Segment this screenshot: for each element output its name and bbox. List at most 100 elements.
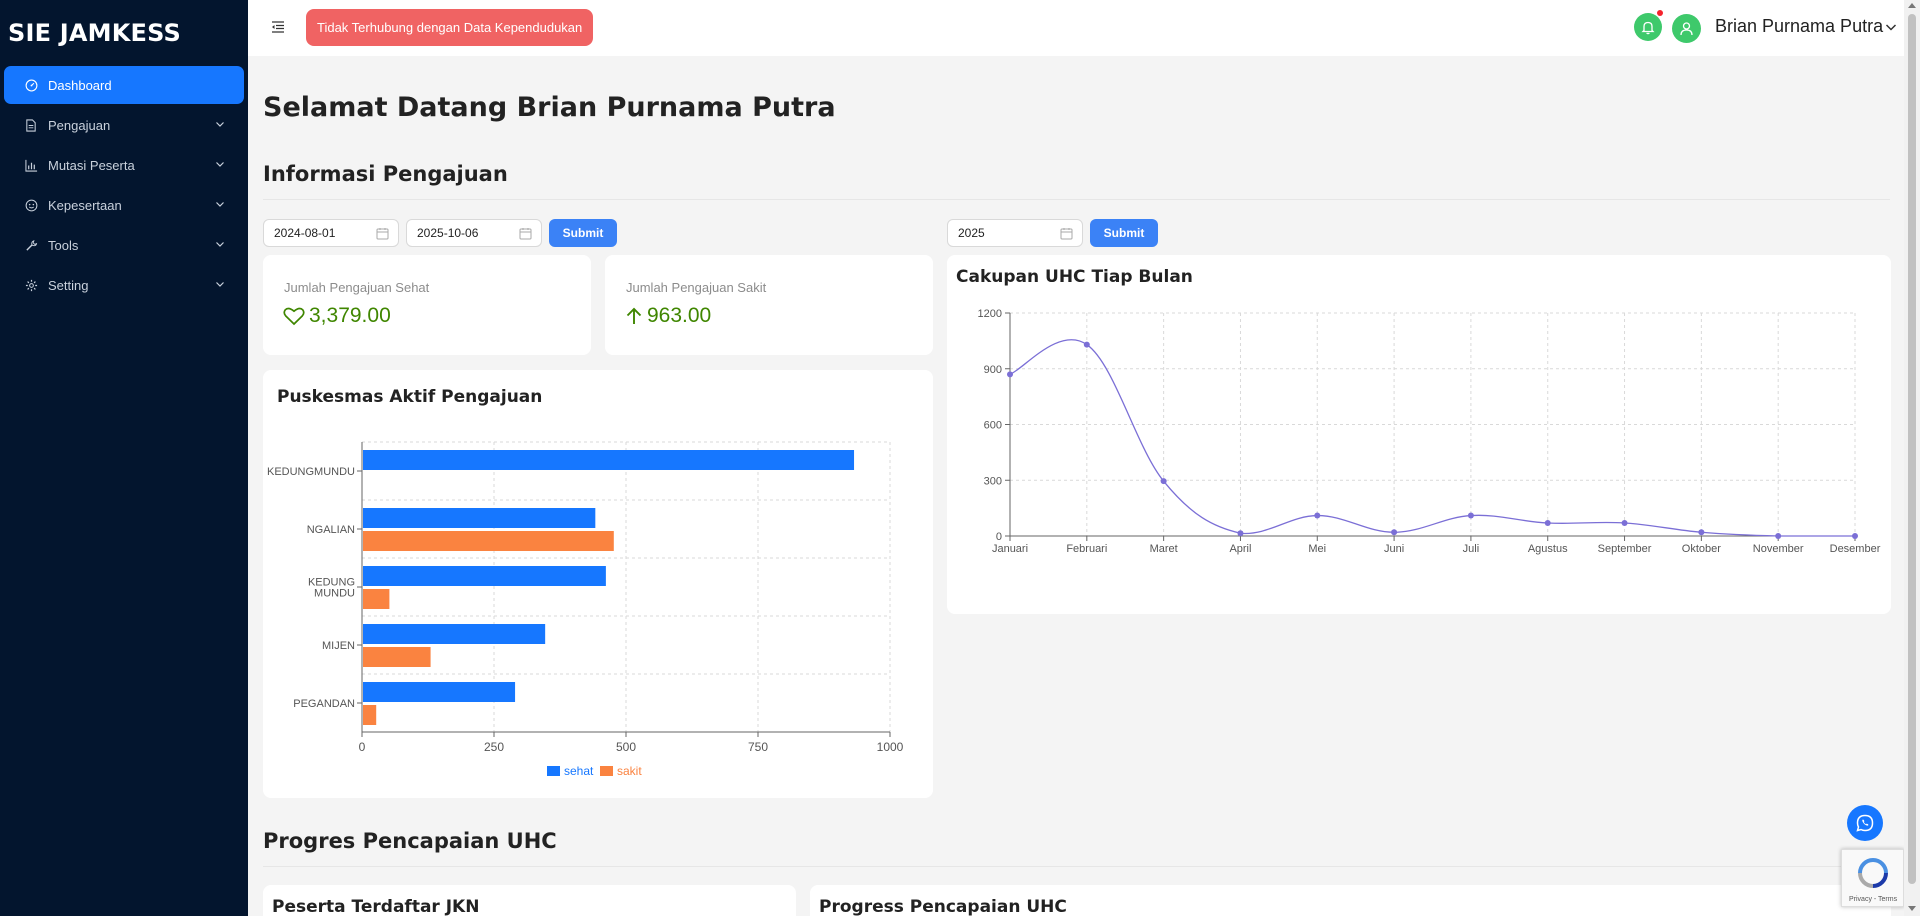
peserta-jkn-card: Peserta Terdaftar JKN xyxy=(263,885,796,916)
sidebar-item-setting[interactable]: Setting xyxy=(4,266,244,304)
brand-logo: SIE JAMKESS xyxy=(8,19,182,47)
page-title: Selamat Datang Brian Purnama Putra xyxy=(263,92,836,123)
sidebar-item-mutasi-peserta[interactable]: Mutasi Peserta xyxy=(4,146,244,184)
start-date-value: 2024-08-01 xyxy=(274,226,336,240)
menu-fold-icon[interactable] xyxy=(270,19,286,35)
section-title-progres: Progres Pencapaian UHC xyxy=(263,829,557,853)
sidebar-item-dashboard[interactable]: Dashboard xyxy=(4,66,244,104)
tool-icon xyxy=(24,238,38,252)
section-title-pengajuan: Informasi Pengajuan xyxy=(263,162,508,186)
sidebar-item-label: Tools xyxy=(48,237,79,253)
stat-label-sakit: Jumlah Pengajuan Sakit xyxy=(626,280,767,295)
submit-date-range-button[interactable]: Submit xyxy=(549,219,617,247)
sidebar-item-tools[interactable]: Tools xyxy=(4,226,244,264)
submit-year-button[interactable]: Submit xyxy=(1090,219,1158,247)
x-tick-label: Januari xyxy=(992,543,1028,555)
sidebar-item-kepesertaan[interactable]: Kepesertaan xyxy=(4,186,244,224)
year-input[interactable]: 2025 xyxy=(947,219,1083,247)
chevron-down-icon[interactable] xyxy=(1884,20,1898,34)
uhc-chart-card: Cakupan UHC Tiap Bulan 0 300 600 900 1200 Jan… xyxy=(947,255,1891,614)
bell-icon xyxy=(1641,21,1655,34)
avatar[interactable] xyxy=(1672,14,1701,43)
connection-alert-badge: Tidak Terhubung dengan Data Kependudukan xyxy=(306,9,594,46)
x-tick-label: 250 xyxy=(484,740,504,754)
user-menu-name[interactable]: Brian Purnama Putra xyxy=(1715,16,1883,37)
bar-chart-icon xyxy=(24,158,38,172)
chevron-down-icon xyxy=(216,242,224,247)
category-label: PEGANDAN xyxy=(293,698,355,710)
sidebar-nav: Dashboard Pengajuan Mutasi Peserta Kepes… xyxy=(0,66,248,304)
recaptcha-terms[interactable]: Privacy - Terms xyxy=(1849,896,1897,903)
y-tick-label: 0 xyxy=(996,531,1002,543)
notification-button[interactable] xyxy=(1634,13,1662,41)
chevron-down-icon xyxy=(216,202,224,207)
gear-icon xyxy=(24,278,38,292)
puskesmas-bar-chart: KEDUNGMUNDUNGALIANKEDUNGMUNDUMIJENPEGAND… xyxy=(267,441,904,778)
bar-sehat xyxy=(363,682,516,702)
puskesmas-chart-card: Puskesmas Aktif Pengajuan KEDUNGMUNDU NGA… xyxy=(263,370,933,798)
smile-icon xyxy=(24,198,38,212)
whatsapp-icon xyxy=(1856,814,1874,832)
x-tick-label: Mei xyxy=(1308,543,1326,555)
x-tick-label: Maret xyxy=(1150,543,1178,555)
scroll-up-icon[interactable] xyxy=(1908,3,1916,8)
x-tick-label: November xyxy=(1753,543,1804,555)
x-tick-label: Juli xyxy=(1463,543,1480,555)
recaptcha-badge[interactable]: Privacy - Terms xyxy=(1841,849,1904,907)
scroll-down-icon[interactable] xyxy=(1908,906,1916,911)
bar-sakit xyxy=(363,647,431,667)
data-point xyxy=(1698,529,1705,536)
section-divider xyxy=(263,199,1890,200)
stat-card-sehat: Jumlah Pengajuan Sehat 3,379.00 xyxy=(263,255,591,355)
x-tick-label: April xyxy=(1229,543,1251,555)
category-label: MIJEN xyxy=(322,640,355,652)
stat-value-sehat: 3,379.00 xyxy=(309,304,391,327)
x-tick-label: Agustus xyxy=(1528,543,1568,555)
x-tick-label: Februari xyxy=(1066,543,1107,555)
bar-sakit xyxy=(363,531,614,551)
category-label: KEDUNGMUNDU xyxy=(267,466,355,478)
x-tick-label: September xyxy=(1598,543,1652,555)
stat-card-sakit: Jumlah Pengajuan Sakit 963.00 xyxy=(605,255,933,355)
card-title-peserta-jkn: Peserta Terdaftar JKN xyxy=(272,897,480,916)
category-label: MUNDU xyxy=(314,588,355,600)
start-date-input[interactable]: 2024-08-01 xyxy=(263,219,399,247)
whatsapp-float-button[interactable] xyxy=(1847,805,1883,841)
end-date-value: 2025-10-06 xyxy=(417,226,479,240)
progress-uhc-card: Progress Pencapaian UHC xyxy=(810,885,1891,916)
user-icon xyxy=(1680,22,1693,36)
data-point xyxy=(1237,530,1244,537)
data-point xyxy=(1467,512,1474,519)
sidebar: SIE JAMKESS Dashboard Pengajuan Mutasi P… xyxy=(0,0,248,916)
bar-sehat xyxy=(363,450,855,470)
data-point xyxy=(1391,529,1398,536)
stat-label-sehat: Jumlah Pengajuan Sehat xyxy=(284,280,430,295)
file-icon xyxy=(24,118,38,132)
heart-icon xyxy=(283,307,305,326)
y-tick-label: 900 xyxy=(984,364,1002,376)
bar-sehat xyxy=(363,566,606,586)
x-tick-label: Juni xyxy=(1384,543,1404,555)
sidebar-item-label: Pengajuan xyxy=(48,117,111,133)
top-header: Tidak Terhubung dengan Data Kependudukan… xyxy=(248,0,1904,56)
end-date-input[interactable]: 2025-10-06 xyxy=(406,219,542,247)
data-point xyxy=(1083,341,1090,348)
y-tick-label: 1200 xyxy=(978,308,1002,320)
data-point xyxy=(1314,512,1321,519)
data-point xyxy=(1544,519,1551,526)
uhc-line-chart: 0 300 600 900 1200 Januari Februari Maret April M… xyxy=(978,308,1881,555)
sidebar-item-label: Setting xyxy=(48,277,89,293)
scrollbar-thumb[interactable] xyxy=(1908,14,1916,884)
x-tick-label: Oktober xyxy=(1682,543,1721,555)
calendar-icon xyxy=(1060,228,1073,240)
sidebar-item-label: Kepesertaan xyxy=(48,197,122,213)
dashboard-icon xyxy=(24,78,38,92)
y-tick-label: 300 xyxy=(984,475,1002,487)
bar-sakit xyxy=(363,705,377,725)
y-tick-label: 600 xyxy=(984,420,1002,432)
sidebar-item-pengajuan[interactable]: Pengajuan xyxy=(4,106,244,144)
x-tick-label: 750 xyxy=(748,740,768,754)
chevron-down-icon xyxy=(216,122,224,127)
page-scrollbar[interactable] xyxy=(1904,0,1920,916)
bar-sakit xyxy=(363,589,390,609)
